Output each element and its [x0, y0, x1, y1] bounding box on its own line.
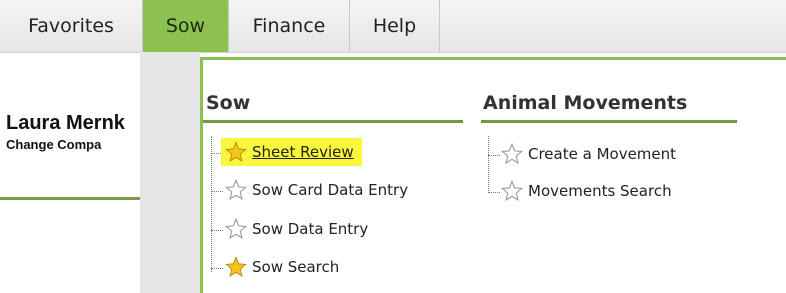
star-filled-icon[interactable]: [225, 256, 247, 278]
change-company-link[interactable]: Change Compa: [6, 137, 140, 152]
section-title-animal-movements: Animal Movements: [483, 92, 688, 114]
star-outline-icon[interactable]: [501, 180, 523, 202]
menu-item-label: Sow Data Entry: [252, 220, 369, 238]
dropdown-left-strip: [140, 52, 200, 293]
star-filled-icon[interactable]: [225, 141, 247, 163]
section-underline: [481, 120, 737, 123]
menu-item-sow-data-entry[interactable]: Sow Data Entry: [225, 218, 368, 240]
menu-item-label: Sow Search: [252, 258, 340, 276]
tree-connector: [211, 230, 223, 231]
menu-item-label: Sheet Review: [252, 143, 354, 161]
menu-item-sow-card-data-entry[interactable]: Sow Card Data Entry: [225, 179, 408, 201]
tree-connector: [211, 191, 223, 192]
section-underline: [203, 120, 463, 123]
divider: [0, 197, 140, 200]
menu-item-create-a-movement[interactable]: Create a Movement: [501, 143, 676, 165]
user-name: Laura Mernk: [6, 112, 125, 134]
menu-item-label: Create a Movement: [528, 145, 677, 163]
menu-finance[interactable]: Finance: [229, 0, 350, 52]
menu-sow[interactable]: Sow: [143, 0, 229, 52]
section-title-sow: Sow: [206, 92, 251, 114]
star-outline-icon[interactable]: [501, 143, 523, 165]
tree-connector: [211, 136, 212, 272]
menu-item-sow-search[interactable]: Sow Search: [225, 256, 339, 278]
menu-favorites[interactable]: Favorites: [0, 0, 143, 52]
menu-item-movements-search[interactable]: Movements Search: [501, 180, 672, 202]
menu-item-label: Sow Card Data Entry: [252, 181, 409, 199]
sow-dropdown-panel: Sow Sheet Review Sow Card Data Entry Sow…: [200, 57, 786, 293]
menu-help[interactable]: Help: [350, 0, 440, 52]
menu-item-label: Movements Search: [528, 182, 672, 200]
menu-item-sheet-review[interactable]: Sheet Review: [221, 138, 362, 166]
tree-connector: [488, 192, 500, 193]
top-menu-bar: Favorites Sow Finance Help: [0, 0, 786, 53]
star-outline-icon[interactable]: [225, 179, 247, 201]
star-outline-icon[interactable]: [225, 218, 247, 240]
tree-connector: [211, 268, 223, 269]
tree-connector: [488, 155, 500, 156]
tree-connector: [488, 136, 489, 193]
